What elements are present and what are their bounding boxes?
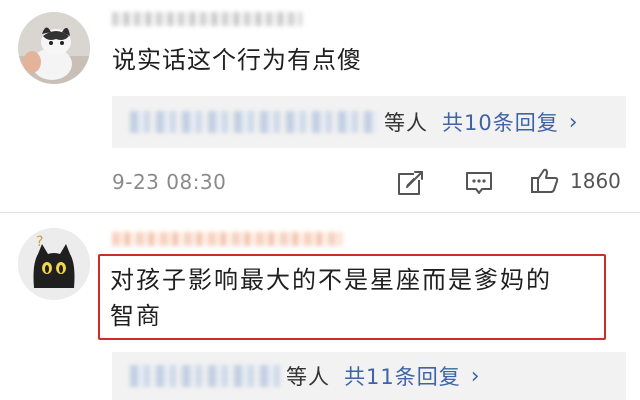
- username-blurred[interactable]: [112, 232, 342, 246]
- comment-text-line1: 对孩子影响最大的不是星座而是爹妈的: [110, 266, 552, 294]
- reply-summary[interactable]: 等人 共10条回复 ›: [112, 96, 626, 148]
- comment-text: 说实话这个行为有点傻: [112, 46, 362, 74]
- chevron-right-icon: ›: [568, 109, 579, 135]
- comment-icon[interactable]: [464, 168, 494, 202]
- like-button[interactable]: 1860: [530, 166, 621, 196]
- comment-time: 9-23 08:30: [112, 170, 227, 194]
- comment-icon: [466, 172, 492, 194]
- reply-others-label: 等人: [286, 365, 330, 389]
- reply-users-blurred: [130, 111, 378, 133]
- divider: [0, 212, 640, 213]
- like-count: 1860: [570, 169, 621, 193]
- comment-text-line2: 智商: [110, 302, 162, 330]
- cat-photo-avatar-icon: [18, 12, 90, 84]
- avatar[interactable]: [18, 12, 90, 84]
- reply-count-label: 共10条回复: [442, 111, 559, 135]
- thumbs-up-icon: [531, 168, 559, 193]
- reply-count-link[interactable]: 共11条回复 ›: [344, 361, 481, 391]
- reply-count-link[interactable]: 共10条回复 ›: [442, 107, 579, 137]
- share-icon: [398, 170, 424, 195]
- username-blurred[interactable]: [112, 12, 302, 26]
- avatar[interactable]: ?: [18, 228, 90, 300]
- reply-summary[interactable]: 等人 共11条回复 ›: [112, 352, 626, 400]
- reply-count-label: 共11条回复: [344, 365, 461, 389]
- chevron-right-icon: ›: [470, 363, 481, 389]
- share-icon[interactable]: [396, 168, 426, 202]
- reply-others-label: 等人: [384, 111, 428, 135]
- black-cat-question-avatar-icon: ?: [18, 228, 90, 300]
- reply-users-blurred: [130, 365, 280, 387]
